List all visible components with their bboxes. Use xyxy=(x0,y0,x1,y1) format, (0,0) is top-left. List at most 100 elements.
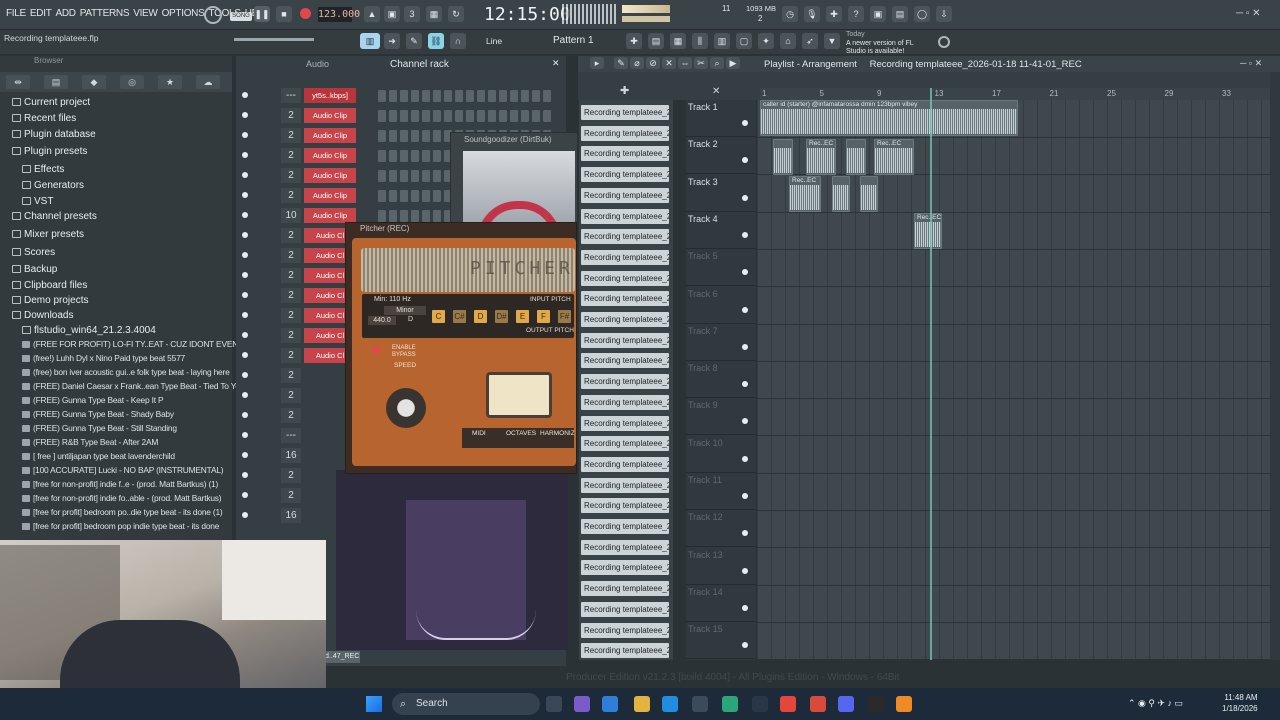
track-header[interactable]: Track 12 xyxy=(686,510,756,548)
pitch-key-button[interactable]: C# xyxy=(453,310,466,323)
channel-row[interactable]: 2 Audio Clip xyxy=(236,106,566,126)
pattern-item[interactable]: Recording templateee_2 xyxy=(581,312,669,327)
pattern-item[interactable]: Recording templateee_2 xyxy=(581,208,669,224)
chat-icon[interactable]: ◯ xyxy=(914,6,930,22)
channel-mute-led[interactable] xyxy=(242,372,248,378)
magnet-icon[interactable]: ∩ xyxy=(450,33,466,49)
channel-mute-led[interactable] xyxy=(242,432,248,438)
step-button[interactable] xyxy=(389,150,397,162)
track-header[interactable]: Track 3 xyxy=(686,175,756,212)
soundgoodizer-title[interactable]: Soundgoodizer (DirtBuk) xyxy=(464,135,552,144)
step-button[interactable] xyxy=(510,90,518,102)
channel-mixer-track[interactable]: 16 xyxy=(281,508,301,523)
render-icon[interactable]: ➶ xyxy=(802,33,818,49)
browser-item[interactable]: flstudio_win64_21.2.3.4004 xyxy=(22,323,254,338)
pattern-item[interactable]: Recording templateee_2 xyxy=(581,581,669,597)
track-header[interactable]: Track 2 xyxy=(686,137,756,175)
track-mute-led[interactable] xyxy=(742,455,748,462)
track-mute-led[interactable] xyxy=(742,381,748,388)
browser-item[interactable]: [ free ] untiljapan type beat lavenderch… xyxy=(22,449,254,464)
menu-edit[interactable]: EDIT xyxy=(28,8,54,19)
channel-mute-led[interactable] xyxy=(242,472,248,478)
step-button[interactable] xyxy=(422,210,430,222)
step-button[interactable] xyxy=(488,90,496,102)
playlist-close-x-icon[interactable]: ✕ xyxy=(712,86,720,97)
pattern-item[interactable]: Recording templateee_2 xyxy=(581,622,669,638)
playlist-slip-icon[interactable]: ⇔ xyxy=(678,57,692,69)
browser-item[interactable]: [free for non-profit] indie fo..able - (… xyxy=(22,491,254,506)
channel-mixer-track[interactable]: 2 xyxy=(281,388,301,403)
track-header[interactable]: Track 5 xyxy=(686,249,756,287)
step-button[interactable] xyxy=(532,90,540,102)
step-button[interactable] xyxy=(400,90,408,102)
track-mute-led[interactable] xyxy=(742,567,748,574)
pitch-key-button[interactable]: F xyxy=(537,310,550,323)
tempo-display[interactable]: 123.000 xyxy=(318,7,360,22)
browser-item[interactable]: (free) bon iver acoustic gui..e folk typ… xyxy=(22,365,254,380)
track-mute-led[interactable] xyxy=(742,343,748,350)
track-header[interactable]: Track 8 xyxy=(686,361,756,399)
min-hz-label[interactable]: Min: 110 Hz xyxy=(374,296,411,303)
playlist-window-controls[interactable]: ─ ▫ ✕ xyxy=(1240,58,1262,69)
edge-icon[interactable] xyxy=(602,696,618,712)
audio-clip-track3-c[interactable] xyxy=(860,176,878,212)
channel-row[interactable]: --- yt5s..kbps] xyxy=(236,86,566,106)
track-header[interactable]: Track 11 xyxy=(686,473,756,510)
channel-mixer-track[interactable]: 2 xyxy=(281,488,301,503)
mic-icon[interactable]: 🎙 xyxy=(804,6,820,22)
step-button[interactable] xyxy=(411,190,419,202)
pattern-item[interactable]: Recording templateee_2 xyxy=(581,125,669,141)
app-icon-1[interactable] xyxy=(722,696,738,712)
bypass-led[interactable] xyxy=(372,346,380,354)
channel-name-button[interactable]: Audio Clip xyxy=(304,208,356,223)
cpu-icon[interactable]: ✚ xyxy=(826,6,842,22)
browser-item[interactable]: Recent files xyxy=(12,111,244,126)
step-button[interactable] xyxy=(400,190,408,202)
soundgoodizer-window[interactable] xyxy=(450,132,578,241)
audio-clip-track1[interactable]: caller id (starter) @infamatarossa dmin … xyxy=(760,100,1018,136)
channel-name-button[interactable]: Audio Clip xyxy=(304,188,356,203)
update-gear-icon[interactable] xyxy=(938,36,950,48)
pattern-item[interactable]: Recording templateee_2 xyxy=(581,105,669,120)
record-button[interactable] xyxy=(300,8,311,19)
step-button[interactable] xyxy=(422,110,430,122)
copilot-icon[interactable] xyxy=(574,696,590,712)
browser-item[interactable]: (FREE) Gunna Type Beat - Still Standing xyxy=(22,421,254,436)
browser-star-icon[interactable]: ★ xyxy=(158,75,182,89)
piano-roll-view-icon[interactable]: ▥ xyxy=(714,33,730,49)
track-mute-led[interactable] xyxy=(742,194,748,201)
pitch-key-button[interactable]: C xyxy=(432,310,445,323)
download-icon[interactable]: ⇩ xyxy=(936,6,952,22)
menu-options[interactable]: OPTIONS xyxy=(160,8,207,19)
song-time-display[interactable]: 12:15:00 xyxy=(484,4,571,25)
help-icon[interactable]: ? xyxy=(848,6,864,22)
mixer-icon[interactable]: ⫼ xyxy=(692,33,708,49)
playlist-slice-icon[interactable]: ✂ xyxy=(694,57,708,69)
step-button[interactable] xyxy=(389,210,397,222)
channel-mute-led[interactable] xyxy=(242,512,248,518)
step-button[interactable] xyxy=(389,190,397,202)
taskbar-search[interactable]: Search xyxy=(392,693,540,715)
track-mute-led[interactable] xyxy=(742,604,748,611)
song-mode-toggle[interactable]: SONG xyxy=(230,12,252,21)
piano-roll-icon[interactable]: ▥ xyxy=(360,33,380,49)
track-header[interactable]: Track 7 xyxy=(686,324,756,361)
pattern-item[interactable]: Recording templateee_2 xyxy=(581,539,669,555)
step-button[interactable] xyxy=(411,210,419,222)
step-button[interactable] xyxy=(433,90,441,102)
pattern-item[interactable]: Recording templateee_2 xyxy=(581,601,669,617)
channel-mixer-track[interactable]: 2 xyxy=(281,188,301,203)
pattern-item[interactable]: Recording templateee_2 xyxy=(581,498,669,514)
snap-select[interactable]: Line xyxy=(486,36,502,46)
key-root[interactable]: D xyxy=(408,316,413,323)
step-button[interactable] xyxy=(477,110,485,122)
channel-mixer-track[interactable]: 2 xyxy=(281,408,301,423)
countdown-icon[interactable]: 3 xyxy=(404,6,420,22)
pattern-item[interactable]: Recording templateee_2 xyxy=(581,394,669,410)
playlist-arrow-icon[interactable]: ➜ xyxy=(384,33,400,49)
step-button[interactable] xyxy=(433,110,441,122)
track-mute-led[interactable] xyxy=(742,642,748,649)
step-button[interactable] xyxy=(455,90,463,102)
channel-mixer-track[interactable]: 2 xyxy=(281,268,301,283)
pattern-item[interactable]: Recording templateee_2 xyxy=(581,291,669,307)
